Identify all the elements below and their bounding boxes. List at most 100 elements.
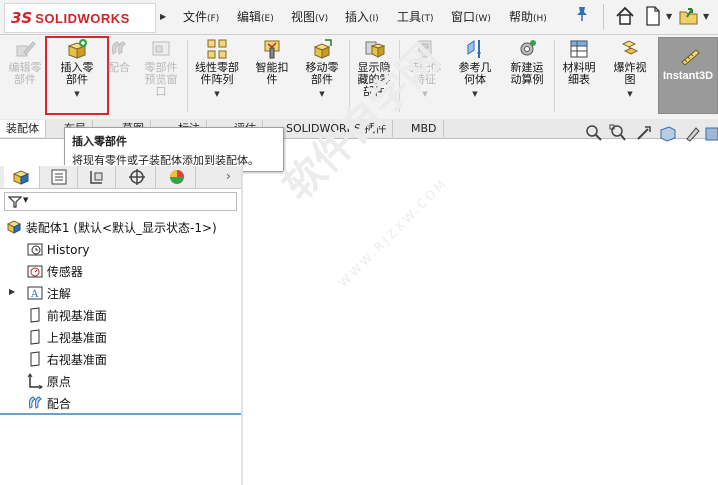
logo-expand-icon[interactable]: ▶ (160, 12, 166, 21)
panel-splitter[interactable] (241, 165, 243, 485)
previous-view-icon[interactable] (635, 124, 653, 142)
exploded-view-icon (619, 38, 641, 60)
ribbon-separator (187, 40, 188, 112)
open-dropdown-icon[interactable]: ▼ (703, 12, 709, 21)
menu-tools[interactable]: 工具(T) (397, 8, 434, 25)
zoom-to-fit-icon[interactable] (585, 124, 603, 142)
watermark-url: WWW.RJZXW.COM (336, 175, 451, 290)
exploded-view-dropdown-icon[interactable]: ▼ (608, 88, 652, 100)
mate-button[interactable]: 配合 (105, 38, 133, 74)
menu-window[interactable]: 窗口(W) (451, 8, 491, 25)
tree-item-sensors[interactable]: 传感器 (27, 263, 83, 280)
move-component-button[interactable]: 移动零 部件 ▼ (298, 38, 346, 100)
bom-label: 材料明 细表 (562, 61, 596, 86)
tab-configurationmanager[interactable] (80, 166, 116, 188)
insert-component-button[interactable]: 插入零 部件 ▼ (51, 38, 103, 100)
tree-item-label: 注解 (46, 287, 71, 301)
insert-component-label: 插入零 部件 (60, 61, 94, 86)
tree-item-label: 原点 (46, 375, 71, 389)
propertymanager-icon (51, 169, 67, 185)
reference-geometry-button[interactable]: 参考几 何体 ▼ (452, 38, 498, 100)
plane-icon (30, 329, 40, 345)
open-file-icon[interactable] (678, 5, 700, 27)
tree-item-label: 前视基准面 (46, 309, 107, 323)
linear-pattern-icon (206, 38, 228, 60)
linear-pattern-button[interactable]: 线性零部 件阵列 ▼ (189, 38, 245, 100)
filter-icon (8, 196, 22, 208)
panel-bottom-divider (0, 413, 241, 415)
home-icon[interactable] (614, 5, 636, 27)
annotations-icon: A (27, 286, 43, 300)
pin-icon[interactable] (575, 6, 589, 22)
bill-of-materials-button[interactable]: 材料明 细表 (557, 38, 601, 86)
tree-item-label: History (46, 243, 90, 257)
feature-manager-panel (0, 165, 241, 485)
displaymanager-icon (170, 170, 184, 184)
linear-pattern-label: 线性零部 件阵列 (195, 61, 239, 86)
tab-propertymanager[interactable] (42, 166, 78, 188)
tree-item-origin[interactable]: 原点 (27, 373, 71, 390)
panel-tabs-more-icon[interactable]: › (226, 169, 231, 183)
new-document-icon[interactable] (642, 5, 664, 27)
reference-geometry-label: 参考几 何体 (458, 61, 492, 86)
instant3d-label: Instant3D (663, 70, 714, 82)
tree-item-top-plane[interactable]: 上视基准面 (27, 329, 107, 346)
filter-dropdown-icon[interactable]: ▼ (23, 196, 28, 204)
tab-dimxpertmanager[interactable] (120, 166, 156, 188)
tree-item-history[interactable]: History (27, 241, 90, 257)
tab-mbd[interactable]: MBD (405, 120, 444, 137)
edit-component-button[interactable]: 编辑零 部件 (4, 38, 46, 86)
origin-icon (27, 373, 43, 390)
insert-component-dropdown-icon[interactable]: ▼ (51, 88, 103, 100)
linear-pattern-dropdown-icon[interactable]: ▼ (189, 88, 245, 100)
component-preview-icon (150, 38, 172, 60)
solidworks-logo[interactable]: 3S SOLIDWORKS (4, 3, 156, 33)
reference-geometry-dropdown-icon[interactable]: ▼ (452, 88, 498, 100)
component-preview-button[interactable]: 零部件 预览窗 口 (136, 38, 186, 98)
tree-item-annotations[interactable]: A 注解 (27, 285, 71, 302)
section-view-icon[interactable] (659, 124, 677, 142)
mate-label: 配合 (108, 61, 130, 74)
instant3d-icon (681, 49, 700, 66)
tree-item-mates[interactable]: 配合 (27, 395, 71, 412)
edit-component-label: 编辑零 部件 (8, 61, 42, 86)
edit-component-icon (14, 38, 36, 60)
menu-help[interactable]: 帮助(H) (509, 8, 547, 25)
mate-icon (108, 38, 130, 60)
menu-edit[interactable]: 编辑(E) (237, 8, 274, 25)
svg-text:A: A (30, 289, 39, 300)
bom-icon (568, 38, 590, 60)
configurationmanager-icon (90, 171, 103, 184)
dimxpert-icon (129, 169, 145, 185)
logo-text: SOLIDWORKS (35, 10, 130, 26)
new-motion-study-button[interactable]: 新建运 动算例 (503, 38, 551, 86)
instant3d-button[interactable]: Instant3D (658, 37, 718, 114)
zoom-to-area-icon[interactable] (609, 124, 627, 142)
tree-root-assembly[interactable]: 装配体1 (默认<默认_显示状态-1>) (6, 219, 217, 236)
tab-featuremanager[interactable] (4, 166, 40, 188)
plane-icon (30, 307, 40, 323)
tree-item-label: 配合 (46, 397, 71, 411)
tree-item-label: 右视基准面 (46, 353, 107, 367)
display-style-icon[interactable] (703, 124, 718, 142)
smart-fasteners-button[interactable]: 智能扣 件 (250, 38, 294, 86)
menu-insert[interactable]: 插入(I) (345, 8, 379, 25)
view-orientation-icon[interactable] (684, 124, 702, 142)
move-component-label: 移动零 部件 (305, 61, 339, 86)
exploded-view-button[interactable]: 爆炸视 图 ▼ (608, 38, 652, 100)
menu-view[interactable]: 视图(V) (291, 8, 328, 25)
tree-filter-box[interactable]: ▼ (4, 192, 237, 211)
mates-icon (28, 396, 42, 409)
new-dropdown-icon[interactable]: ▼ (666, 12, 672, 21)
annotations-expand-icon[interactable]: ▶ (9, 287, 15, 296)
smart-fasteners-label: 智能扣 件 (255, 61, 289, 86)
toolbar-separator (603, 4, 604, 30)
tree-item-right-plane[interactable]: 右视基准面 (27, 351, 107, 368)
ribbon-separator (554, 40, 555, 112)
tree-item-front-plane[interactable]: 前视基准面 (27, 307, 107, 324)
tab-displaymanager[interactable] (160, 166, 196, 188)
menu-file[interactable]: 文件(F) (183, 8, 219, 25)
tab-assembly[interactable]: 装配体 (0, 120, 46, 137)
sensors-icon (27, 265, 43, 278)
tree-item-label: 上视基准面 (46, 331, 107, 345)
